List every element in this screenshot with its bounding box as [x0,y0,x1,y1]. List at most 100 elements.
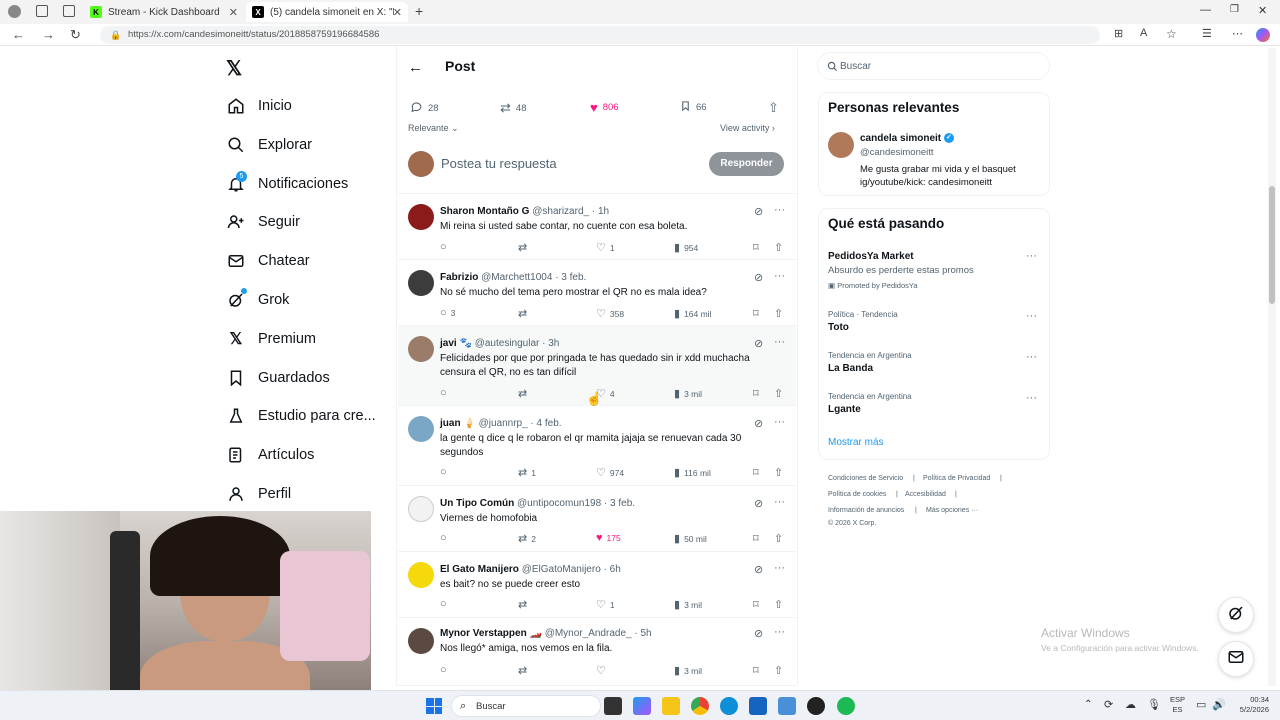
share-action[interactable]: ⇧ [774,466,787,479]
reply-action[interactable]: ○ [440,598,451,610]
more-icon[interactable]: ··· [774,204,785,216]
views-action[interactable]: ▮ 3 mil [674,598,702,611]
reply-item[interactable]: juan 🍦 @juannrp_ · 4 feb. ⊘ ··· la gente… [398,406,796,486]
views-action[interactable]: ▮ 3 mil [674,664,702,677]
footer-link[interactable]: Información de anuncios [828,507,904,514]
repost-action[interactable]: ⇄ [518,387,531,400]
person-name[interactable]: candela simoneit ✓ [860,133,954,144]
more-icon[interactable]: ··· [774,270,785,282]
replies-stat[interactable]: 28 [410,100,439,116]
more-icon[interactable]: ··· [774,562,785,574]
share-action[interactable]: ⇧ [774,598,787,611]
repost-action[interactable]: ⇄ [518,664,531,677]
bookmark-action[interactable]: ⌑ [753,598,763,611]
favorites-list-icon[interactable]: ☰ [1202,27,1212,40]
reply-item[interactable]: Sharon Montaño G @sharizard_ · 1h ⊘ ··· … [398,194,796,260]
avatar[interactable] [828,132,854,158]
grok-icon[interactable]: ⊘ [754,497,763,510]
edge-icon[interactable] [720,697,738,715]
share-action[interactable]: ⇧ [774,307,787,320]
nav-item-grok[interactable]: Grok [226,285,289,315]
repost-action[interactable]: ⇄ [518,598,531,611]
read-aloud-icon[interactable]: A [1140,27,1147,39]
share-action[interactable]: ⇧ [774,532,787,545]
taskbar-search[interactable]: ⌕ Buscar [451,695,601,717]
repost-action[interactable]: ⇄ 2 [518,532,536,545]
more-icon[interactable]: ··· [1026,310,1037,322]
tab-actions-icon[interactable] [63,5,75,17]
new-tab-icon[interactable]: + [415,3,423,19]
close-tab-icon[interactable]: ✕ [229,6,238,19]
file-explorer-icon[interactable] [662,697,680,715]
nav-item-inicio[interactable]: Inicio [226,91,292,121]
share-stat[interactable]: ⇧ [768,100,784,116]
footer-link[interactable]: Accesibilidad [905,491,946,498]
minimize-icon[interactable]: — [1200,4,1211,16]
nav-item-seguir[interactable]: Seguir [226,207,300,237]
app-icon[interactable] [778,697,796,715]
forward-icon[interactable]: → [42,27,55,42]
nav-item-explorar[interactable]: Explorar [226,130,312,160]
footer-link[interactable]: Política de Privacidad [923,475,990,482]
reply-action[interactable]: ○ [440,466,451,478]
footer-link[interactable]: Política de cookies [828,491,886,498]
nav-item-perfil[interactable]: Perfil [226,479,291,509]
maximize-icon[interactable]: ❐ [1230,4,1239,15]
like-action[interactable]: ♥ 175 [596,532,621,544]
chevron-up-icon[interactable]: ⌃ [1084,699,1092,710]
back-icon[interactable]: ← [12,27,25,42]
grok-icon[interactable]: ⊘ [754,417,763,430]
spotify-icon[interactable] [837,697,855,715]
grok-icon[interactable]: ⊘ [754,205,763,218]
profile-icon[interactable] [8,5,21,18]
trend-name[interactable]: Toto [828,322,849,333]
more-icon[interactable]: ··· [774,626,785,638]
more-icon[interactable]: ··· [774,496,785,508]
bookmark-action[interactable]: ⌑ [753,532,763,545]
views-action[interactable]: ▮ 50 mil [674,532,707,545]
views-action[interactable]: ▮ 954 [674,241,698,254]
reply-action[interactable]: ○ [440,532,451,544]
reply-item[interactable]: Un Tipo Común @untipocomun198 · 3 feb. ⊘… [398,486,796,552]
promo-name[interactable]: PedidosYa Market [828,251,914,262]
tab-kick-dashboard[interactable]: K Stream - Kick Dashboard ✕ [84,2,244,22]
like-action[interactable]: ♡ 358 [596,307,624,320]
show-more-link[interactable]: Mostrar más [828,437,884,448]
reply-action[interactable]: ○ [440,664,451,676]
reply-input[interactable]: Postea tu respuesta [441,156,557,171]
extensions-icon[interactable]: ⋯ [1232,27,1243,40]
share-action[interactable]: ⇧ [774,387,787,400]
grok-icon[interactable]: ⊘ [754,337,763,350]
share-action[interactable]: ⇧ [774,664,787,677]
bookmark-action[interactable]: ⌑ [753,307,763,320]
close-window-icon[interactable]: ✕ [1258,4,1267,17]
trend-name[interactable]: Lgante [828,404,861,415]
reply-action[interactable]: ○ [440,387,451,399]
share-action[interactable]: ⇧ [774,241,787,254]
views-action[interactable]: ▮ 3 mil [674,387,702,400]
close-tab-icon[interactable]: ✕ [393,6,402,19]
more-icon[interactable]: ··· [1026,351,1037,363]
reply-item[interactable]: Fabrizio @Marchett1004 · 3 feb. ⊘ ··· No… [398,260,796,326]
tray-sync-icon[interactable]: ⟳ [1104,698,1113,711]
view-activity-link[interactable]: View activity › [720,123,775,133]
microphone-icon[interactable]: 🎙 [1147,698,1161,711]
reposts-stat[interactable]: ⇄ 48 [500,100,526,116]
more-icon[interactable]: ··· [774,336,785,348]
search-field[interactable]: Buscar [817,52,1050,80]
bookmark-action[interactable]: ⌑ [753,664,763,677]
reply-item[interactable]: El Gato Manijero @ElGatoManijero · 6h ⊘ … [398,552,796,618]
nav-item-premium[interactable]: 𝕏 Premium [226,324,316,354]
more-icon[interactable]: ··· [1026,250,1037,262]
app-icon[interactable]: ⊞ [1114,27,1123,40]
nav-item-notificaciones[interactable]: 5 Notificaciones [226,169,348,199]
more-icon[interactable]: ··· [774,416,785,428]
bookmark-action[interactable]: ⌑ [753,241,763,254]
sort-dropdown[interactable]: Relevante ⌄ [408,123,459,134]
x-logo-icon[interactable]: 𝕏 [226,56,242,81]
trend-name[interactable]: La Banda [828,363,873,374]
nav-item-guardados[interactable]: Guardados [226,363,330,393]
repost-action[interactable]: ⇄ [518,307,531,320]
nav-item-articulos[interactable]: Artículos [226,440,314,470]
network-icon[interactable]: ▭ [1196,698,1206,711]
